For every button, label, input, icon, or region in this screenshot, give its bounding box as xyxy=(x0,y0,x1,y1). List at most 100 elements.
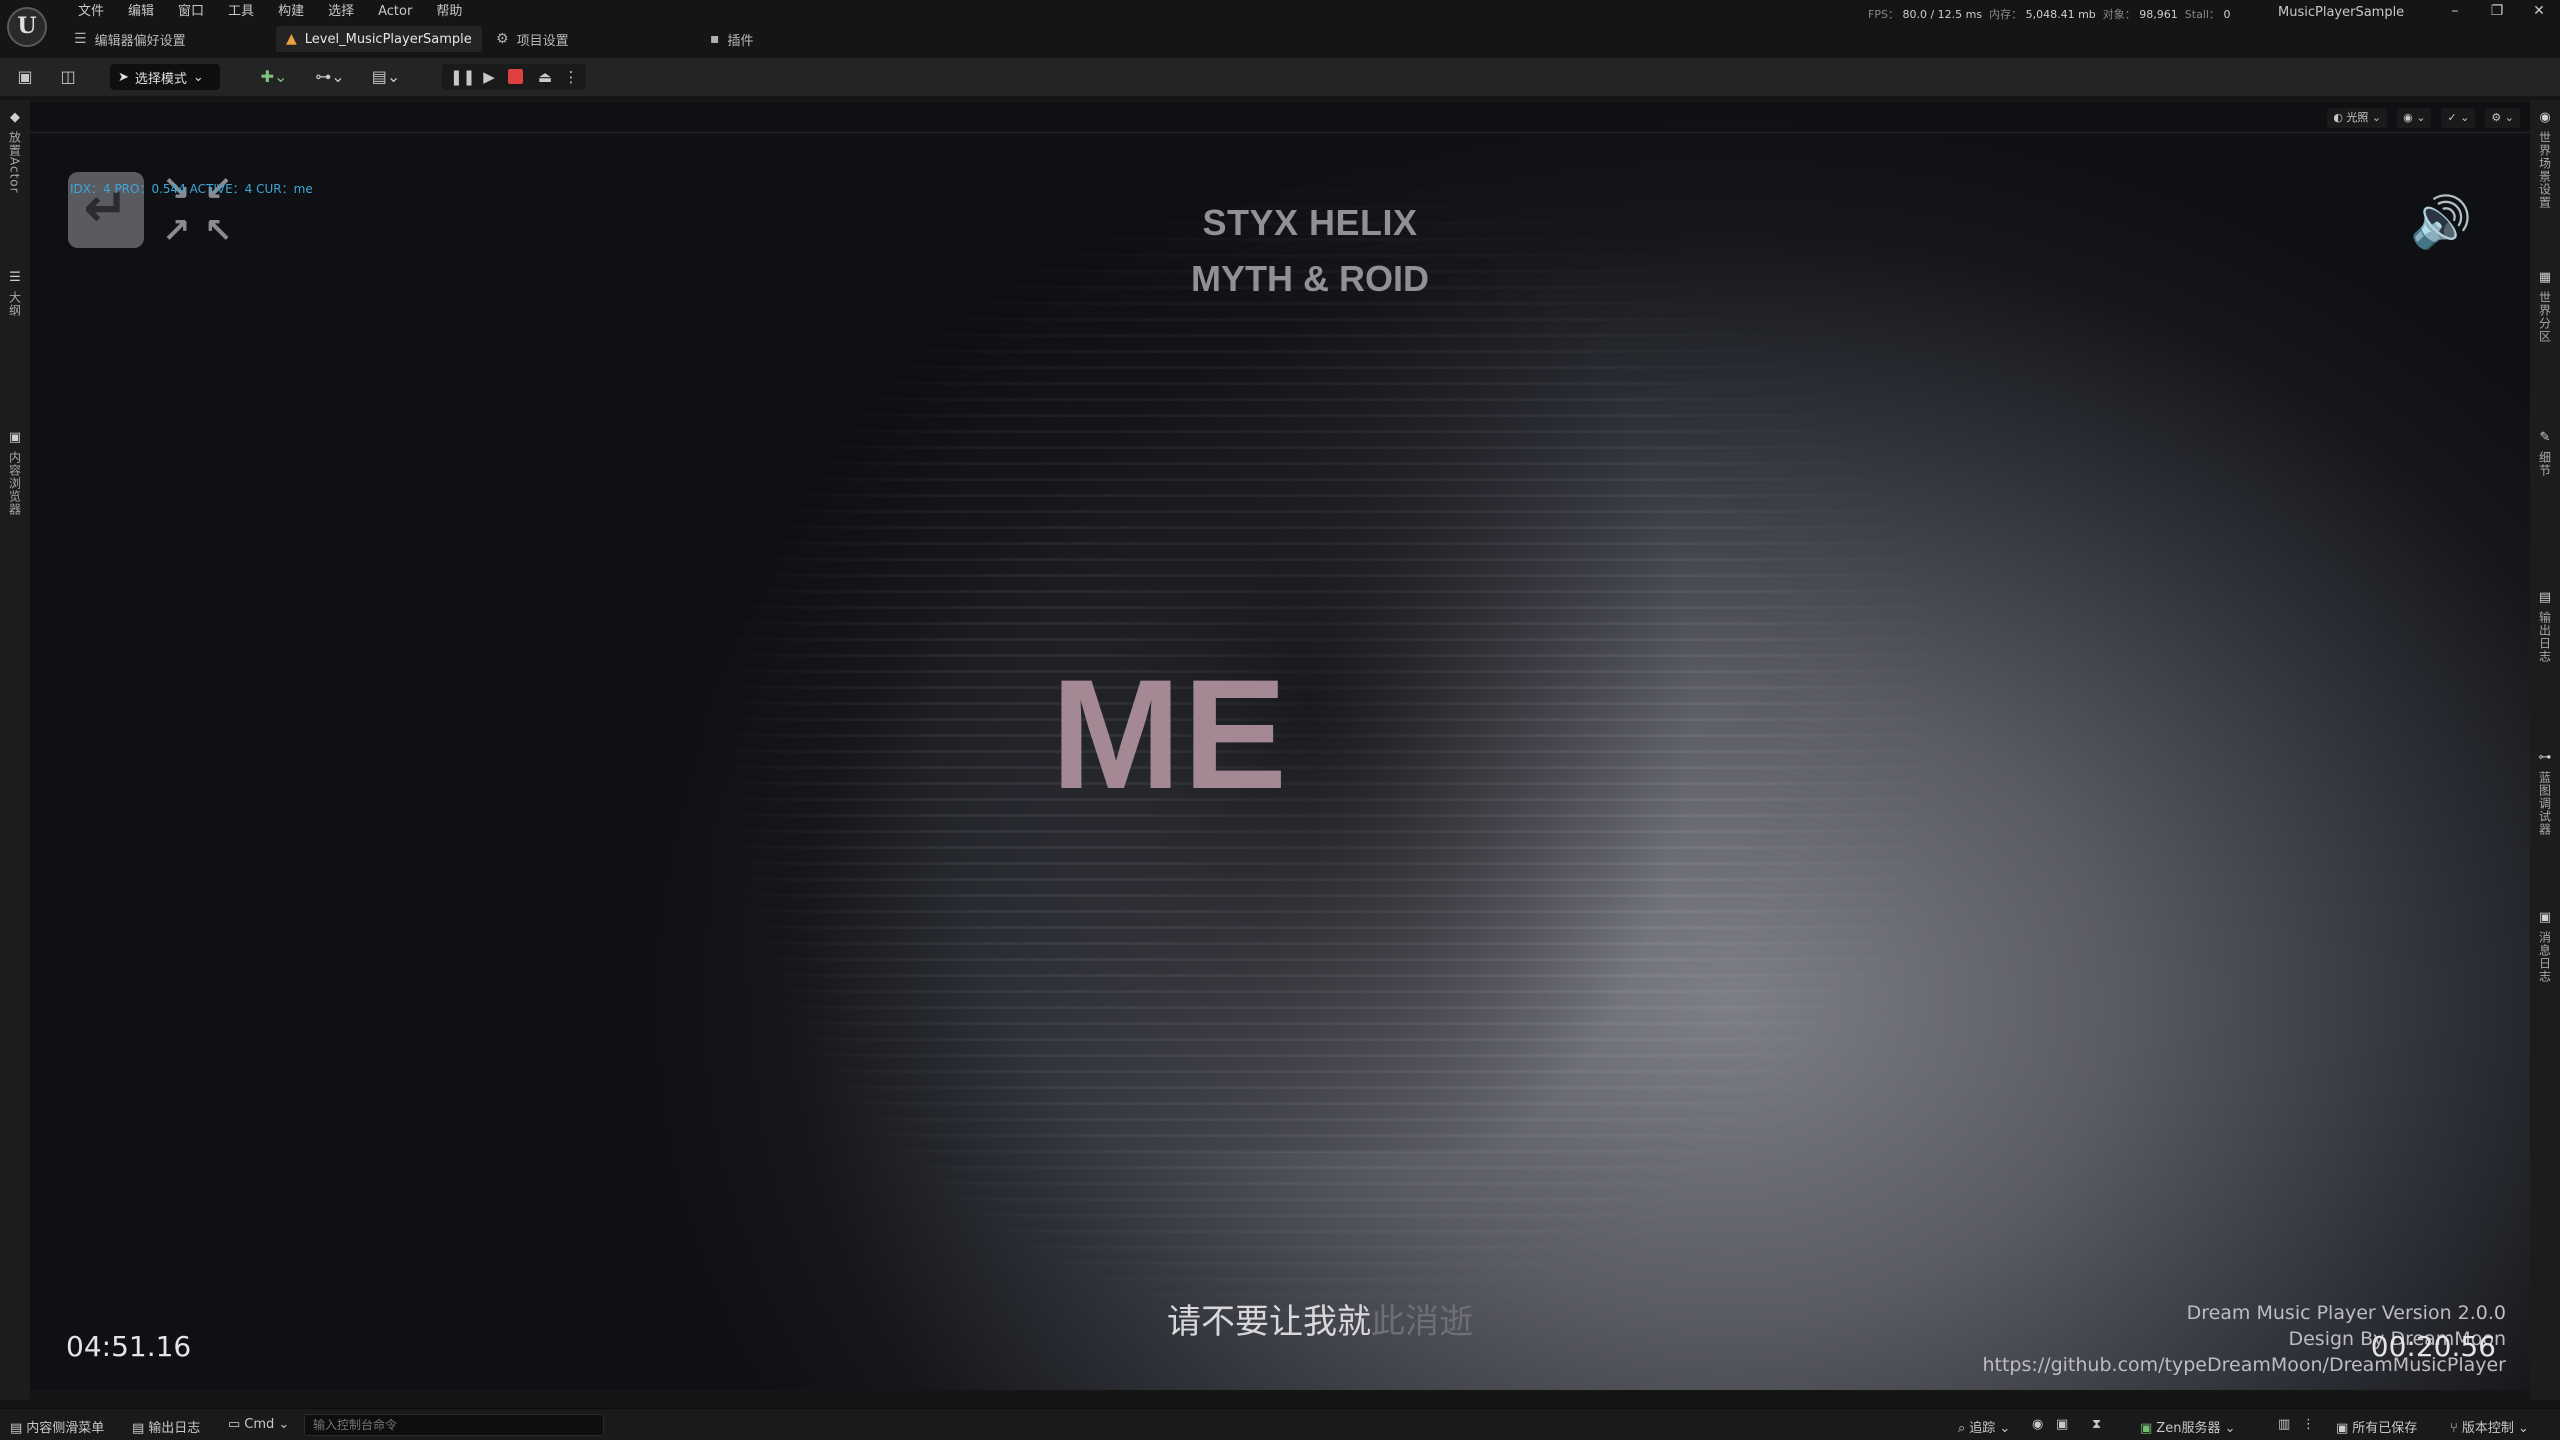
content-drawer-button[interactable]: ▤ 内容侧滑菜单 xyxy=(10,1417,104,1436)
menu-tools[interactable]: 工具 xyxy=(216,2,266,22)
sidebar-tab-place-actors[interactable]: ◆ 放置Actor xyxy=(0,110,30,197)
sidebar-tab-label: 内容浏览器 xyxy=(7,451,22,516)
more-icon[interactable]: ⋮ xyxy=(2302,1417,2315,1432)
lighting-icon: ◐ xyxy=(2333,111,2343,124)
sidebar-tab-label: 世界场景设置 xyxy=(2537,131,2552,209)
tab-level[interactable]: ▲ Level_MusicPlayerSample xyxy=(276,26,482,52)
sidebar-tab-world-settings[interactable]: ◉ 世界场景设置 xyxy=(2530,110,2560,212)
credit-version: Dream Music Player Version 2.0.0 xyxy=(2186,1302,2506,1324)
stop-icon[interactable] xyxy=(508,69,523,84)
main-toolbar: ▣ ◫ ➤ 选择模式 ⌄ ✚⌄ ⊶⌄ ▤⌄ ❚❚ ▶ ⏏ ⋮ xyxy=(0,58,2560,96)
total-time: 04:51.16 xyxy=(66,1330,192,1363)
trace-label: 追踪 xyxy=(1969,1421,1996,1436)
content-drawer-label: 内容侧滑菜单 xyxy=(26,1421,105,1436)
frame-ms: / 12.5 ms xyxy=(1930,8,1983,21)
globe-icon: ◉ xyxy=(2539,110,2551,125)
sidebar-tab-label: 蓝图调试器 xyxy=(2537,771,2552,836)
sidebar-tab-details[interactable]: ✎ 细节 xyxy=(2530,430,2560,480)
zen-server-dropdown[interactable]: ▣ Zen服务器 ⌄ xyxy=(2140,1417,2235,1436)
sidebar-tab-message-log[interactable]: ▣ 消息日志 xyxy=(2530,910,2560,986)
sidebar-tab-world-partition[interactable]: ▦ 世界分区 xyxy=(2530,270,2560,346)
menu-edit[interactable]: 编辑 xyxy=(116,2,166,22)
source-control-dropdown[interactable]: ⑂ 版本控制 ⌄ xyxy=(2450,1417,2529,1436)
level-icon: ▲ xyxy=(286,31,297,47)
branch-icon: ⑂ xyxy=(2450,1421,2458,1436)
status-bar: ▤内容侧滑菜单 ▤输出日志 ▭Cmd ⌄ ⌕追踪 ⌄ ◉ ▣ ⧗ ▣Zen服务器… xyxy=(0,1408,2560,1440)
browse-icon[interactable]: ◫ xyxy=(56,66,80,88)
sidebar-tab-label: 细节 xyxy=(2537,451,2552,477)
content-browser-icon: ▣ xyxy=(8,430,22,445)
blueprint-icon[interactable]: ⊶⌄ xyxy=(310,66,350,88)
console-icon: ▭ xyxy=(228,1417,241,1432)
sidebar-tab-outliner[interactable]: ☰ 大纲 xyxy=(0,270,30,320)
sidebar-tab-content-browser[interactable]: ▣ 内容浏览器 xyxy=(0,430,30,519)
cmd-dropdown[interactable]: ▭ Cmd ⌄ xyxy=(228,1417,289,1432)
output-log-label: 输出日志 xyxy=(148,1421,201,1436)
stats-icon[interactable]: ▥ xyxy=(2278,1417,2290,1432)
lighting-dropdown[interactable]: ◐ 光照 ⌄ xyxy=(2327,108,2388,128)
objects-value: 98,961 xyxy=(2139,8,2178,21)
sidebar-tab-blueprint-debugger[interactable]: ⊶ 蓝图调试器 xyxy=(2530,750,2560,839)
viewport-divider xyxy=(30,132,2530,133)
sliders-icon: ☰ xyxy=(74,31,87,47)
unreal-logo-icon[interactable]: U xyxy=(7,7,47,47)
select-mode-label: 选择模式 xyxy=(134,71,187,87)
save-all-button[interactable]: ▣ 所有已保存 xyxy=(2336,1417,2417,1436)
eject-icon[interactable]: ⏏ xyxy=(534,66,556,88)
volume-icon[interactable]: 🔊 xyxy=(2410,192,2480,252)
mem-value: 5,048.41 mb xyxy=(2025,8,2096,21)
pause-icon[interactable]: ❚❚ xyxy=(450,66,475,88)
eye-icon: ◉ xyxy=(2403,111,2413,124)
output-log-button[interactable]: ▤ 输出日志 xyxy=(132,1417,200,1436)
tab-project-settings[interactable]: ⚙ 项目设置 xyxy=(486,26,579,52)
menu-window[interactable]: 窗口 xyxy=(166,2,216,22)
tab-label: 编辑器偏好设置 xyxy=(94,33,186,49)
tab-editor-preferences[interactable]: ☰ 编辑器偏好设置 xyxy=(64,26,196,52)
fps-label: FPS： xyxy=(1868,8,1899,21)
menu-build[interactable]: 构建 xyxy=(266,2,316,22)
source-control-label: 版本控制 xyxy=(2461,1421,2514,1436)
drawer-icon: ▤ xyxy=(10,1421,23,1436)
menu-actor[interactable]: Actor xyxy=(366,2,424,22)
more-icon[interactable]: ⋮ xyxy=(560,66,582,88)
restore-icon[interactable]: ❐ xyxy=(2476,0,2518,24)
check-icon: ✓ xyxy=(2447,111,2457,124)
add-actor-icon[interactable]: ✚⌄ xyxy=(256,66,292,88)
sidebar-tab-label: 世界分区 xyxy=(2537,291,2552,343)
camera-icon[interactable]: ▣ xyxy=(2056,1417,2068,1432)
save-icon[interactable]: ▣ xyxy=(14,66,36,88)
title-bar: U 文件 编辑 窗口 工具 构建 选择 Actor 帮助 ☰ 编辑器偏好设置 ▲… xyxy=(0,0,2560,52)
lyric-sung: 请不要让我就 xyxy=(1167,1302,1371,1342)
cursor-icon: ➤ xyxy=(118,69,129,85)
show-dropdown[interactable]: ◉ ⌄ xyxy=(2397,108,2432,128)
record-icon[interactable]: ◉ xyxy=(2032,1417,2043,1432)
log-icon: ▤ xyxy=(2538,590,2552,605)
console-command-input[interactable] xyxy=(304,1414,604,1436)
stall-label: Stall： xyxy=(2184,8,2220,21)
close-icon[interactable]: ✕ xyxy=(2518,0,2560,24)
current-lyric-word: ME xyxy=(1051,648,1289,822)
tab-plugins[interactable]: ▪ 插件 xyxy=(700,26,764,52)
performance-dropdown[interactable]: ✓ ⌄ xyxy=(2441,108,2476,128)
menu-select[interactable]: 选择 xyxy=(316,2,366,22)
cinematics-icon[interactable]: ▤⌄ xyxy=(366,66,406,88)
zen-label: Zen服务器 xyxy=(2156,1421,2221,1436)
menu-help[interactable]: 帮助 xyxy=(424,2,474,22)
zen-icon: ▣ xyxy=(2140,1421,2153,1436)
partition-icon: ▦ xyxy=(2538,270,2552,285)
menu-file[interactable]: 文件 xyxy=(66,2,116,22)
sidebar-tab-output-log[interactable]: ▤ 输出日志 xyxy=(2530,590,2560,666)
minimize-icon[interactable]: – xyxy=(2434,0,2476,24)
viewport-settings-dropdown[interactable]: ⚙ ⌄ xyxy=(2485,108,2520,128)
select-mode-dropdown[interactable]: ➤ 选择模式 ⌄ xyxy=(110,64,220,90)
objects-label: 对象： xyxy=(2102,8,2136,21)
song-title: STYX HELIX xyxy=(1202,202,1418,243)
right-dock-strip: ◉ 世界场景设置 ▦ 世界分区 ✎ 细节 ▤ 输出日志 ⊶ 蓝图调试器 ▣ 消息… xyxy=(2530,100,2560,1400)
level-viewport[interactable]: ◐ 光照 ⌄ ◉ ⌄ ✓ ⌄ ⚙ ⌄ ↵ ↘ ↙ ↗ ↖ IDX：4 PRO：0… xyxy=(30,100,2530,1390)
hourglass-icon[interactable]: ⧗ xyxy=(2092,1417,2101,1432)
current-time: 00:20.56 xyxy=(2370,1330,2496,1363)
trace-dropdown[interactable]: ⌕ 追踪 ⌄ xyxy=(1958,1417,2010,1436)
step-icon[interactable]: ▶ xyxy=(478,66,500,88)
tab-label: Level_MusicPlayerSample xyxy=(304,31,472,47)
pencil-icon: ✎ xyxy=(2539,430,2551,445)
